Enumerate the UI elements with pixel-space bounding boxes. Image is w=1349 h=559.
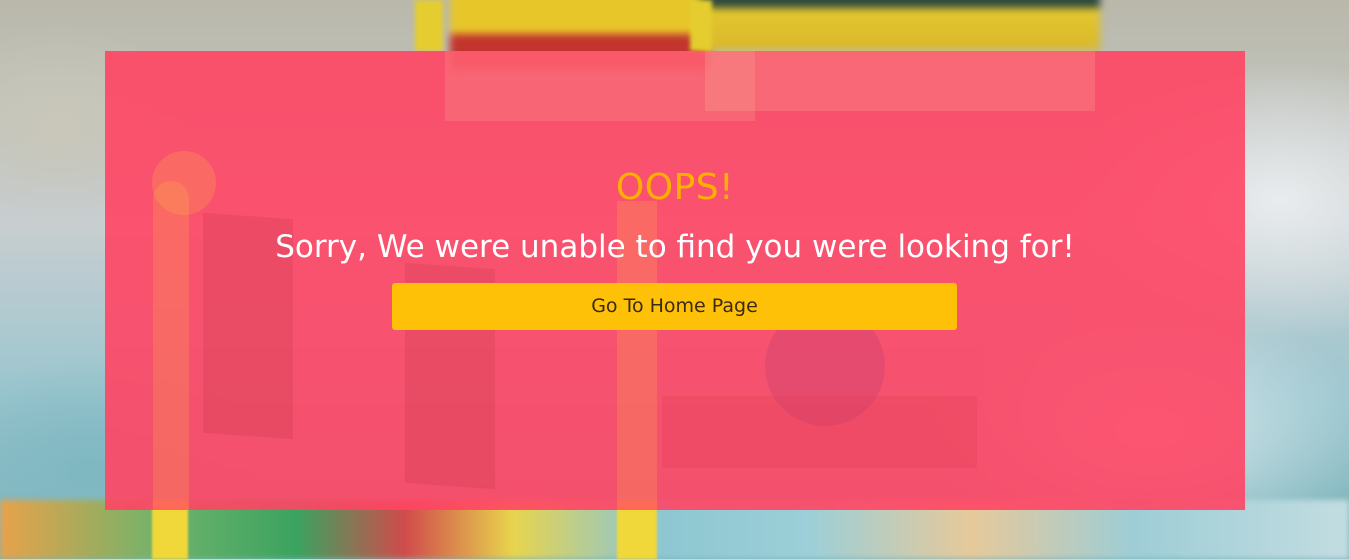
error-message: Sorry, We were unable to find you were l… (275, 229, 1075, 265)
background-pole (690, 0, 712, 51)
error-content: OOPS! Sorry, We were unable to find you … (105, 51, 1245, 510)
error-panel: OOPS! Sorry, We were unable to find you … (105, 51, 1245, 510)
error-title: OOPS! (615, 167, 735, 208)
go-to-home-page-button[interactable]: Go To Home Page (392, 283, 957, 330)
background-pole (415, 0, 443, 51)
background-flag (700, 0, 1100, 50)
